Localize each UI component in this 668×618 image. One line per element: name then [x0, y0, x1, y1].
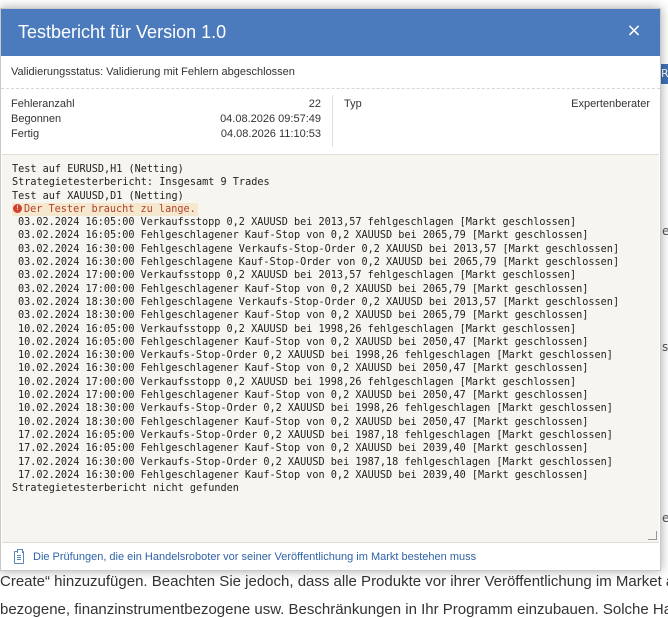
log-entry: 17.02.2024 16:05:00 Fehlgeschlagener Kau… [18, 443, 589, 455]
log-entry: 17.02.2024 16:30:00 Fehlgeschlagener Kau… [18, 469, 589, 481]
summary-row-errors: Fehleranzahl 22 [11, 97, 321, 112]
started-label: Begonnen [11, 113, 62, 125]
summary-row-started: Begonnen 04.08.2026 09:57:49 [11, 112, 321, 127]
log-entry: 03.02.2024 18:30:00 Fehlgeschlagener Kau… [18, 310, 589, 322]
document-icon [14, 548, 24, 564]
error-count-value: 22 [308, 98, 321, 110]
finished-label: Fertig [11, 128, 40, 140]
started-value: 04.08.2026 09:57:49 [220, 113, 321, 125]
log-entry: 10.02.2024 16:05:00 Fehlgeschlagener Kau… [18, 336, 589, 348]
log-header-line: Test auf XAUUSD,D1 (Netting) [12, 190, 184, 202]
dialog-title: Testbericht für Version 1.0 [18, 22, 227, 42]
error-count-label: Fehleranzahl [11, 98, 75, 110]
log-entry: 10.02.2024 16:05:00 Verkaufsstopp 0,2 XA… [18, 323, 577, 335]
background-edge-char: s [662, 340, 668, 354]
type-label: Typ [344, 98, 362, 110]
summary-left: Fehleranzahl 22 Begonnen 04.08.2026 09:5… [11, 97, 321, 142]
log-entry: 17.02.2024 16:05:00 Verkaufs-Stop-Order … [18, 429, 613, 441]
background-edge-char: e [662, 511, 668, 525]
background-edge-char: e [662, 224, 668, 238]
log-entry: 10.02.2024 16:30:00 Fehlgeschlagener Kau… [18, 363, 589, 375]
log-header-line: Strategietesterbericht: Insgesamt 9 Trad… [12, 177, 270, 189]
log-entry: 03.02.2024 16:30:00 Fehlgeschlagene Verk… [18, 243, 620, 255]
log-entry: 10.02.2024 18:30:00 Fehlgeschlagener Kau… [18, 416, 589, 428]
test-report-dialog: Testbericht für Version 1.0 × Validierun… [0, 8, 661, 571]
log-footer-line: Strategietesterbericht nicht gefunden [12, 483, 239, 495]
report-summary: Fehleranzahl 22 Begonnen 04.08.2026 09:5… [1, 89, 660, 152]
log-entry: 10.02.2024 17:00:00 Verkaufsstopp 0,2 XA… [18, 376, 577, 388]
log-warning-text: Der Tester braucht zu lange. [24, 203, 196, 215]
close-icon[interactable]: × [624, 21, 644, 41]
log-warning: ! Der Tester braucht zu lange. [12, 202, 198, 217]
log-entry: 17.02.2024 16:30:00 Verkaufs-Stop-Order … [18, 456, 613, 468]
log-entries: 03.02.2024 16:05:00 Verkaufsstopp 0,2 XA… [12, 216, 649, 482]
log-warning-line: ! Der Tester braucht zu lange. [12, 202, 649, 217]
background-text-line: bezogene, finanzinstrumentbezogene usw. … [0, 601, 668, 618]
summary-row-type: Typ Expertenberater [344, 97, 650, 112]
log-entry: 03.02.2024 17:00:00 Fehlgeschlagener Kau… [18, 283, 589, 295]
market-checks-link[interactable]: Die Prüfungen, die ein Handelsroboter vo… [33, 551, 476, 563]
log-entry: 03.02.2024 18:30:00 Fehlgeschlagene Verk… [18, 296, 620, 308]
summary-right: Typ Expertenberater [344, 97, 650, 112]
log-entry: 10.02.2024 16:30:00 Verkaufs-Stop-Order … [18, 350, 613, 362]
background-text-line: Create“ hinzuzufügen. Beachten Sie jedoc… [0, 573, 668, 590]
log-entry: 10.02.2024 17:00:00 Fehlgeschlagener Kau… [18, 390, 589, 402]
resize-grip[interactable] [648, 531, 657, 540]
dialog-footer: Die Prüfungen, die ein Handelsroboter vo… [1, 542, 660, 572]
error-icon: ! [13, 204, 22, 214]
dialog-header: Testbericht für Version 1.0 × [1, 9, 660, 56]
test-log: Test auf EURUSD,H1 (Netting) Strategietes… [2, 155, 659, 503]
finished-value: 04.08.2026 11:10:53 [220, 128, 321, 140]
log-entry: 03.02.2024 17:00:00 Verkaufsstopp 0,2 XA… [18, 270, 577, 282]
type-value: Expertenberater [571, 98, 650, 110]
test-log-area[interactable]: Test auf EURUSD,H1 (Netting) Strategietes… [2, 154, 659, 543]
summary-row-finished: Fertig 04.08.2026 11:10:53 [11, 127, 321, 142]
summary-divider [332, 95, 333, 147]
log-header-line: Test auf EURUSD,H1 (Netting) [12, 164, 184, 175]
log-entry: 03.02.2024 16:05:00 Verkaufsstopp 0,2 XA… [18, 217, 577, 229]
log-entry: 03.02.2024 16:30:00 Fehlgeschlagene Kauf… [18, 257, 620, 269]
validation-status: Validierungsstatus: Validierung mit Fehl… [1, 56, 660, 89]
log-entry: 03.02.2024 16:05:00 Fehlgeschlagener Kau… [18, 230, 589, 242]
log-entry: 10.02.2024 18:30:00 Verkaufs-Stop-Order … [18, 403, 613, 415]
